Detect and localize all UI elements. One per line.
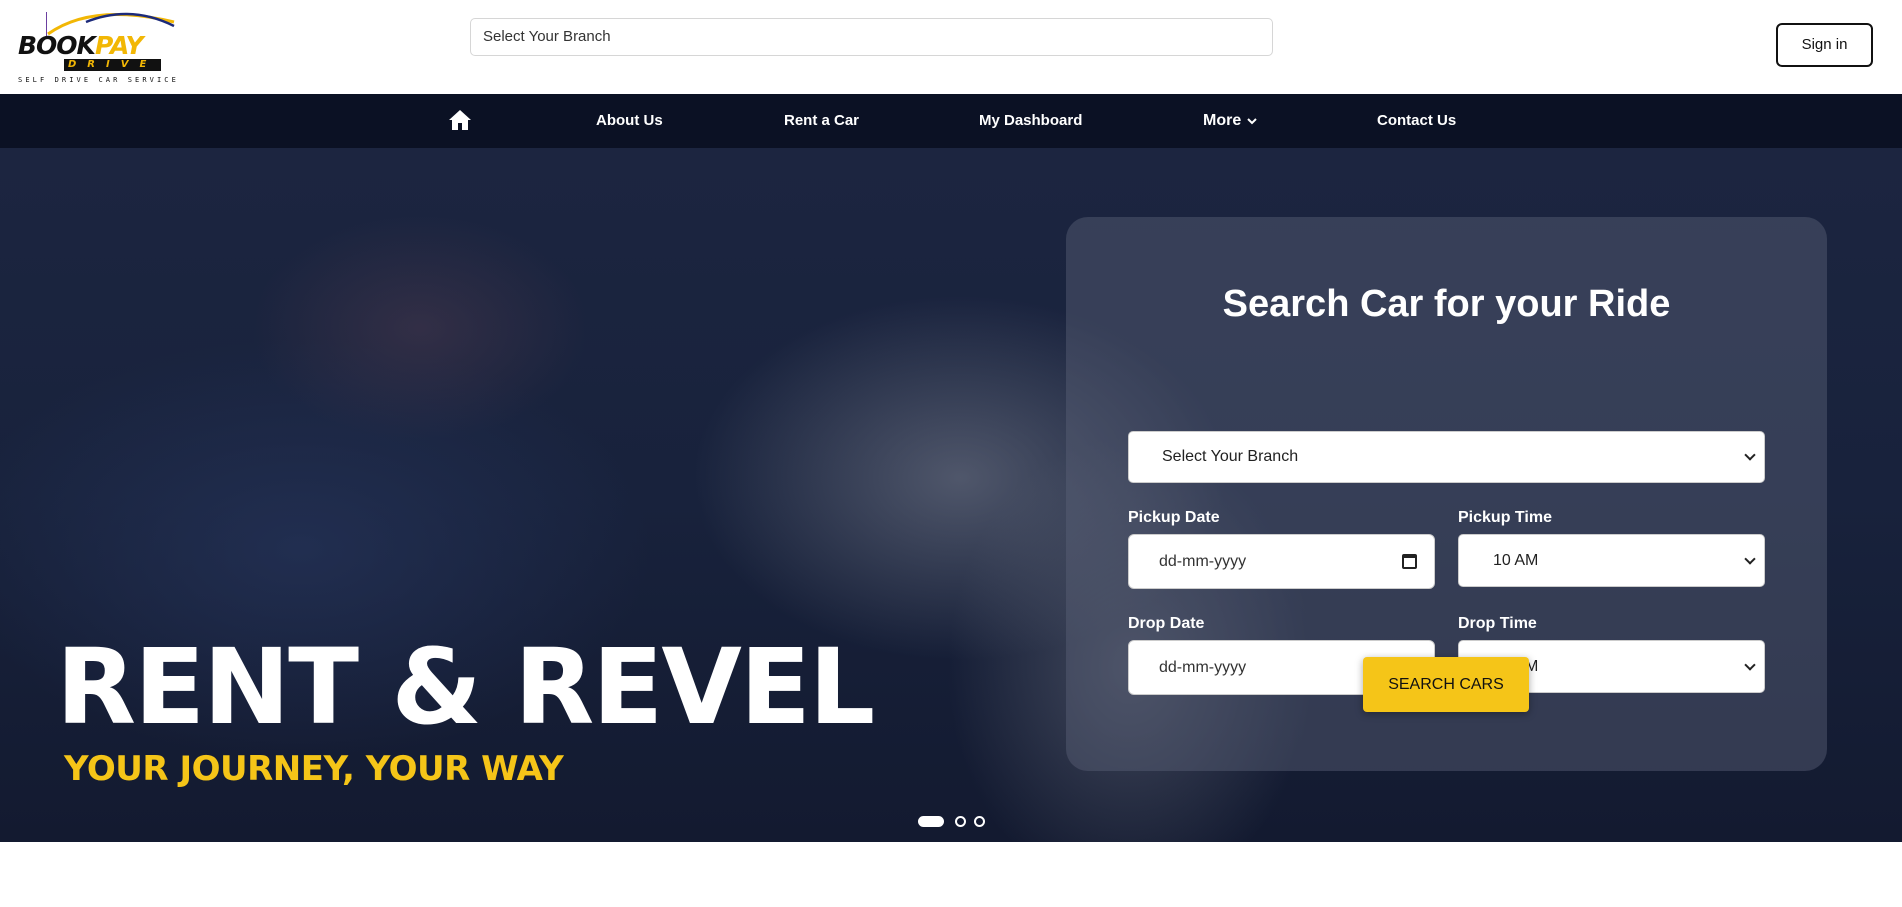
search-car-card: Search Car for your Ride Select Your Bra… <box>1066 217 1827 771</box>
search-cars-button[interactable]: SEARCH CARS <box>1363 657 1529 712</box>
chevron-down-icon <box>1744 449 1756 461</box>
logo-word-book: BOOK <box>18 31 96 60</box>
pickup-date-placeholder: dd-mm-yyyy <box>1159 553 1247 570</box>
branch-select-value: Select Your Branch <box>1162 448 1299 465</box>
pickup-time-label: Pickup Time <box>1458 509 1552 526</box>
pickup-time-value: 10 AM <box>1493 552 1539 569</box>
carousel-dot-2[interactable] <box>955 816 966 827</box>
pickup-date-input[interactable]: dd-mm-yyyy <box>1128 534 1435 589</box>
nav-more[interactable]: More <box>1203 94 1257 148</box>
page-body-start <box>0 842 1902 907</box>
main-nav: About Us Rent a Car My Dashboard More Co… <box>0 94 1902 148</box>
chevron-down-icon <box>1246 118 1257 125</box>
calendar-icon[interactable] <box>1402 553 1417 569</box>
drop-date-label: Drop Date <box>1128 615 1205 632</box>
carousel-dot-1[interactable] <box>918 816 944 827</box>
hero-subtitle: YOUR JOURNEY, YOUR WAY <box>64 749 564 789</box>
nav-my-dashboard[interactable]: My Dashboard <box>979 94 1082 148</box>
pickup-date-label: Pickup Date <box>1128 509 1220 526</box>
sign-in-button[interactable]: Sign in <box>1776 23 1873 67</box>
hero-title: RENT & REVEL <box>56 626 875 748</box>
nav-contact-us[interactable]: Contact Us <box>1377 94 1456 148</box>
drop-time-label: Drop Time <box>1458 615 1537 632</box>
header-bar: BOOKPAY DRIVE SELF DRIVE CAR SERVICE Sel… <box>0 0 1902 94</box>
pickup-time-select[interactable]: 10 AM <box>1458 534 1765 587</box>
branch-select-header[interactable]: Select Your Branch <box>470 18 1273 56</box>
chevron-down-icon <box>1744 552 1756 565</box>
chevron-down-icon <box>1744 658 1756 671</box>
logo-sub: DRIVE <box>64 59 162 71</box>
logo-tagline: SELF DRIVE CAR SERVICE <box>18 76 179 84</box>
branch-select[interactable]: Select Your Branch <box>1128 431 1765 483</box>
nav-about-us[interactable]: About Us <box>596 94 663 148</box>
logo-word-pay: PAY <box>94 31 144 60</box>
carousel-dot-3[interactable] <box>974 816 985 827</box>
logo-wordmark: BOOKPAY <box>18 31 144 60</box>
home-icon[interactable] <box>448 109 472 131</box>
site-logo[interactable]: BOOKPAY DRIVE SELF DRIVE CAR SERVICE <box>16 10 176 84</box>
hero-banner: RENT & REVEL YOUR JOURNEY, YOUR WAY Sear… <box>0 148 1902 842</box>
nav-more-label: More <box>1203 112 1242 129</box>
drop-date-placeholder: dd-mm-yyyy <box>1159 659 1247 676</box>
search-card-title: Search Car for your Ride <box>1222 283 1671 325</box>
nav-rent-a-car[interactable]: Rent a Car <box>784 94 859 148</box>
